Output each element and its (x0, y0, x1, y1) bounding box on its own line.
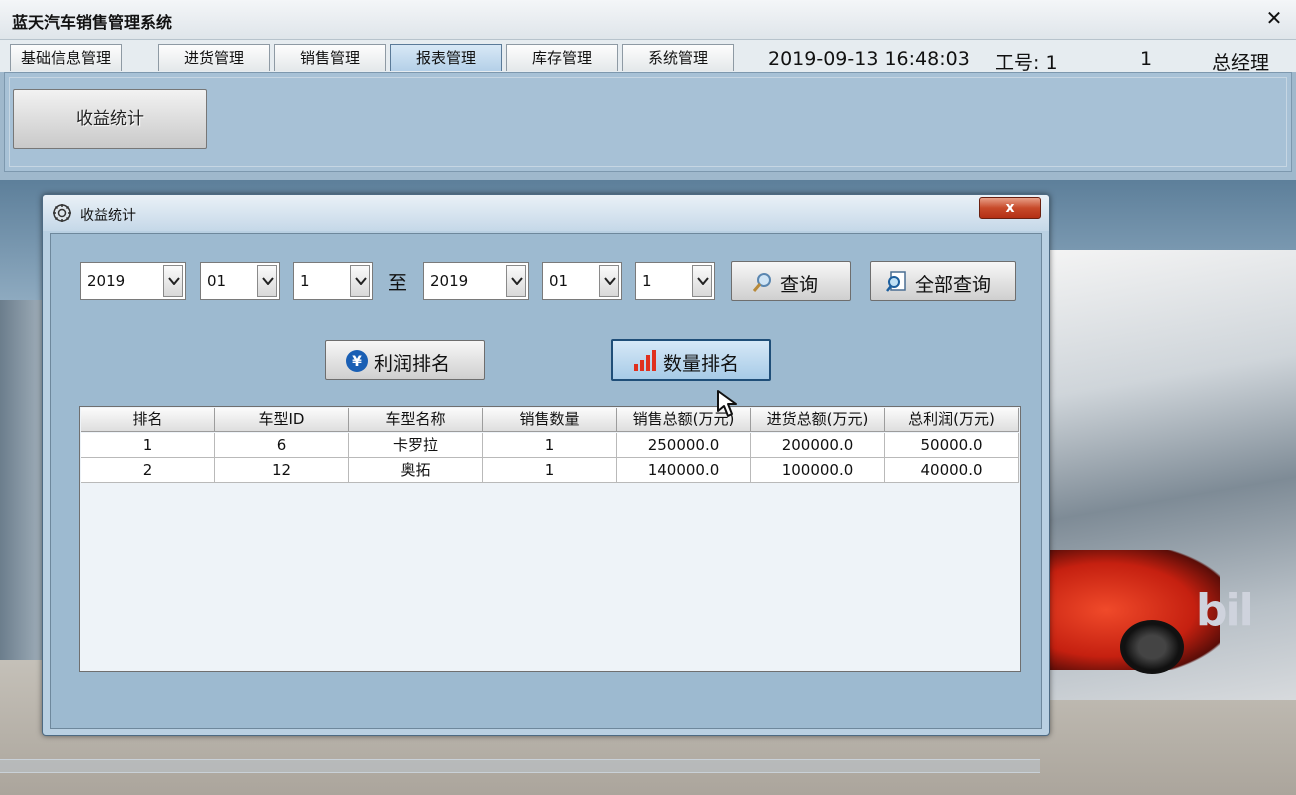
cell-sales-total[interactable]: 140000.0 (617, 458, 751, 483)
quantity-rank-button-label: 数量排名 (663, 353, 740, 375)
from-day-select[interactable]: 1 (293, 262, 373, 300)
cell-sales-total[interactable]: 250000.0 (617, 433, 751, 458)
chevron-down-icon[interactable] (350, 265, 370, 297)
to-month-value: 01 (549, 272, 569, 290)
profit-stats-button[interactable]: 收益统计 (13, 89, 207, 149)
to-year-value: 2019 (430, 272, 469, 290)
cell-purchase-total[interactable]: 200000.0 (751, 433, 885, 458)
column-header-total-profit[interactable]: 总利润(万元) (885, 408, 1019, 432)
chevron-down-icon[interactable] (257, 265, 277, 297)
chevron-down-icon[interactable] (163, 265, 183, 297)
from-year-select[interactable]: 2019 (80, 262, 186, 300)
magnifier-icon (752, 273, 771, 292)
from-day-value: 1 (300, 272, 310, 290)
cell-rank[interactable]: 1 (81, 433, 215, 458)
status-user: 1 (1140, 48, 1153, 70)
search-document-icon (886, 271, 906, 292)
tab-sales[interactable]: 销售管理 (274, 44, 386, 71)
close-icon[interactable]: ✕ (1262, 6, 1286, 30)
status-role: 总经理 (1212, 52, 1270, 74)
dialog-titlebar: 收益统计 x (43, 195, 1049, 231)
tab-purchase[interactable]: 进货管理 (158, 44, 270, 71)
profit-stats-window: 收益统计 x 2019 01 1 至 2019 01 1 查询 全部查询 ¥ 利… (42, 194, 1050, 736)
cell-model-name[interactable]: 卡罗拉 (349, 433, 483, 458)
column-header-rank[interactable]: 排名 (81, 408, 215, 432)
column-header-sales-qty[interactable]: 销售数量 (483, 408, 617, 432)
dialog-body: 2019 01 1 至 2019 01 1 查询 全部查询 ¥ 利润排名 数量排… (50, 233, 1042, 729)
column-header-model-id[interactable]: 车型ID (215, 408, 349, 432)
from-month-select[interactable]: 01 (200, 262, 280, 300)
from-month-value: 01 (207, 272, 227, 290)
dialog-title: 收益统计 (80, 208, 136, 224)
profit-rank-button[interactable]: ¥ 利润排名 (325, 340, 485, 380)
yen-icon: ¥ (346, 350, 368, 372)
query-all-button[interactable]: 全部查询 (870, 261, 1016, 301)
query-button-label: 查询 (780, 274, 819, 296)
cursor-icon (717, 390, 737, 417)
bottom-scrollbar[interactable] (0, 759, 1040, 773)
to-day-select[interactable]: 1 (635, 262, 715, 300)
to-month-select[interactable]: 01 (542, 262, 622, 300)
to-year-select[interactable]: 2019 (423, 262, 529, 300)
cell-sales-qty[interactable]: 1 (483, 433, 617, 458)
profit-rank-button-label: 利润排名 (374, 353, 451, 375)
cell-purchase-total[interactable]: 100000.0 (751, 458, 885, 483)
status-employee-id: 工号: 1 (995, 52, 1058, 74)
svg-text:¥: ¥ (352, 354, 362, 370)
from-year-value: 2019 (87, 272, 126, 290)
range-to-label: 至 (388, 272, 408, 294)
chevron-down-icon[interactable] (506, 265, 526, 297)
cell-sales-qty[interactable]: 1 (483, 458, 617, 483)
tab-reports[interactable]: 报表管理 (390, 44, 502, 71)
sponsor-sign: bil (1196, 585, 1254, 636)
tab-basic-info[interactable]: 基础信息管理 (10, 44, 122, 71)
cell-model-id[interactable]: 12 (215, 458, 349, 483)
chevron-down-icon[interactable] (692, 265, 712, 297)
cell-rank[interactable]: 2 (81, 458, 215, 483)
app-titlebar: 蓝天汽车销售管理系统 ✕ (0, 0, 1296, 40)
tab-system[interactable]: 系统管理 (622, 44, 734, 71)
ranking-table[interactable]: 排名 车型ID 车型名称 销售数量 销售总额(万元) 进货总额(万元) 总利润(… (79, 406, 1021, 672)
main-tabstrip: 基础信息管理 进货管理 销售管理 报表管理 库存管理 系统管理 2019-09-… (0, 40, 1296, 74)
query-all-button-label: 全部查询 (915, 274, 992, 296)
query-button[interactable]: 查询 (731, 261, 851, 301)
table-row[interactable]: 2 12 奥拓 1 140000.0 100000.0 40000.0 (81, 458, 1019, 483)
cell-model-id[interactable]: 6 (215, 433, 349, 458)
chevron-down-icon[interactable] (599, 265, 619, 297)
dialog-close-button[interactable]: x (979, 197, 1041, 219)
cell-model-name[interactable]: 奥拓 (349, 458, 483, 483)
car-wheel (1120, 620, 1184, 674)
app-title: 蓝天汽车销售管理系统 (12, 13, 173, 32)
table-header: 排名 车型ID 车型名称 销售数量 销售总额(万元) 进货总额(万元) 总利润(… (81, 408, 1019, 432)
cell-total-profit[interactable]: 50000.0 (885, 433, 1019, 458)
cell-total-profit[interactable]: 40000.0 (885, 458, 1019, 483)
bar-chart-icon (634, 350, 656, 371)
table-row[interactable]: 1 6 卡罗拉 1 250000.0 200000.0 50000.0 (81, 433, 1019, 458)
column-header-model-name[interactable]: 车型名称 (349, 408, 483, 432)
column-header-purchase-total[interactable]: 进货总额(万元) (751, 408, 885, 432)
ribbon-panel: 收益统计 (4, 72, 1292, 172)
to-day-value: 1 (642, 272, 652, 290)
tab-inventory[interactable]: 库存管理 (506, 44, 618, 71)
gear-icon (53, 204, 71, 222)
quantity-rank-button[interactable]: 数量排名 (611, 339, 771, 381)
status-datetime: 2019-09-13 16:48:03 (768, 48, 970, 70)
